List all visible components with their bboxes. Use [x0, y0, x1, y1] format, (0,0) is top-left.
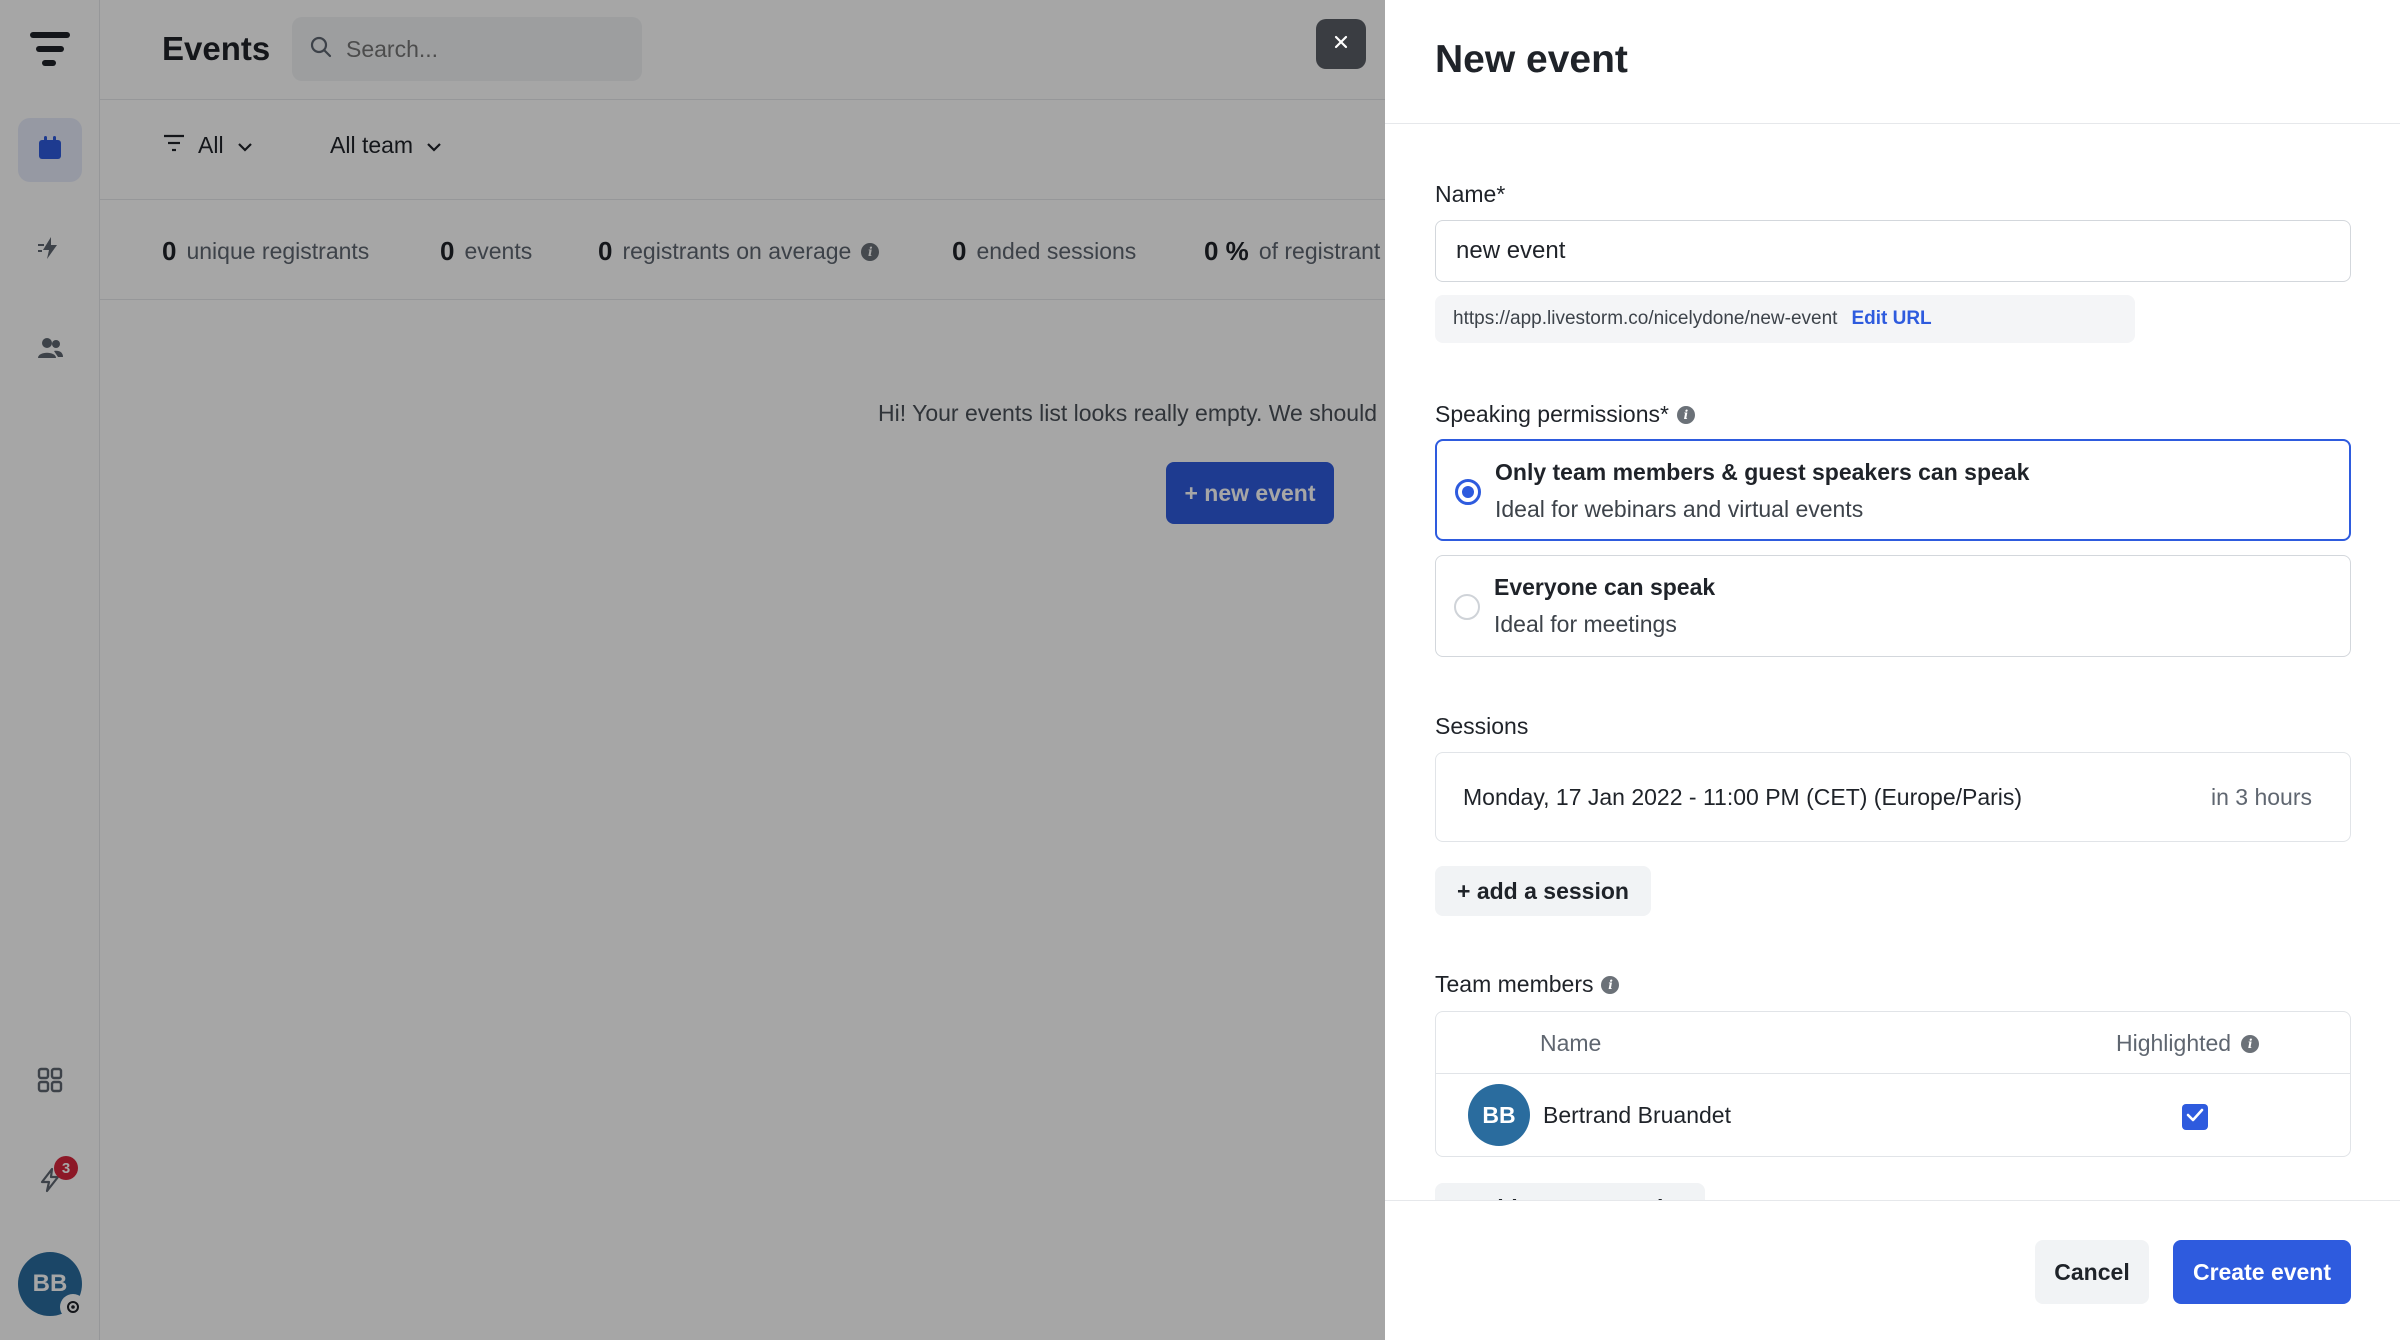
- team-members-label: Team members i: [1435, 971, 1620, 998]
- session-row[interactable]: Monday, 17 Jan 2022 - 11:00 PM (CET) (Eu…: [1435, 752, 2351, 842]
- team-members-label-text: Team members: [1435, 971, 1594, 997]
- new-event-drawer: New event Name* https://app.livestorm.co…: [1385, 0, 2400, 1340]
- name-label: Name*: [1435, 181, 1505, 208]
- sessions-label: Sessions: [1435, 713, 1528, 740]
- option-subtitle: Ideal for meetings: [1494, 611, 1677, 637]
- checkmark-icon: [2186, 1108, 2204, 1127]
- info-icon[interactable]: i: [2241, 1034, 2260, 1053]
- speaking-permissions-label: Speaking permissions* i: [1435, 401, 1695, 428]
- option-title: Only team members & guest speakers can s…: [1495, 459, 2030, 485]
- member-name: Bertrand Bruandet: [1543, 1102, 1731, 1128]
- name-label-text: Name*: [1435, 181, 1506, 207]
- cancel-button[interactable]: Cancel: [2035, 1240, 2149, 1304]
- radio-button[interactable]: [1454, 594, 1480, 620]
- drawer-body: Name* https://app.livestorm.co/nicelydon…: [1385, 125, 2400, 1200]
- event-url: https://app.livestorm.co/nicelydone/new-…: [1453, 308, 1838, 329]
- speaking-option-everyone[interactable]: Everyone can speak Ideal for meetings: [1435, 555, 2351, 657]
- add-session-button[interactable]: + add a session: [1435, 866, 1651, 916]
- table-header: Name Highlighted i: [1436, 1012, 2350, 1074]
- session-datetime: Monday, 17 Jan 2022 - 11:00 PM (CET) (Eu…: [1463, 783, 2023, 810]
- event-url-box: https://app.livestorm.co/nicelydone/new-…: [1435, 295, 2135, 343]
- column-name: Name: [1540, 1030, 1602, 1056]
- close-icon: [1333, 34, 1349, 55]
- speaking-permissions-text: Speaking permissions*: [1435, 401, 1669, 427]
- modal-backdrop[interactable]: [0, 0, 1385, 1340]
- team-members-table: Name Highlighted i BB Bertrand Bruandet: [1435, 1011, 2351, 1157]
- member-avatar: BB: [1468, 1084, 1530, 1146]
- column-highlighted: Highlighted i: [2116, 1030, 2260, 1057]
- sessions-label-text: Sessions: [1435, 713, 1529, 739]
- close-drawer-button[interactable]: [1316, 19, 1366, 69]
- column-highlighted-text: Highlighted: [2116, 1030, 2232, 1056]
- info-icon[interactable]: i: [1676, 405, 1695, 424]
- info-icon[interactable]: i: [1601, 975, 1620, 994]
- add-team-member-button[interactable]: + add a team member: [1435, 1183, 1705, 1200]
- radio-button[interactable]: [1455, 479, 1481, 505]
- table-row: BB Bertrand Bruandet: [1436, 1074, 2350, 1156]
- drawer-footer: Cancel Create event: [1385, 1200, 2400, 1340]
- session-relative-time: in 3 hours: [2210, 783, 2312, 810]
- create-event-button[interactable]: Create event: [2173, 1240, 2351, 1304]
- highlighted-checkbox[interactable]: [2182, 1104, 2208, 1130]
- edit-url-link[interactable]: Edit URL: [1851, 308, 1931, 330]
- event-name-input[interactable]: [1435, 220, 2351, 282]
- option-subtitle: Ideal for webinars and virtual events: [1495, 496, 1864, 522]
- drawer-header: New event: [1385, 0, 2400, 124]
- drawer-title: New event: [1435, 38, 1628, 81]
- speaking-option-team-only[interactable]: Only team members & guest speakers can s…: [1435, 439, 2351, 541]
- option-title: Everyone can speak: [1494, 574, 1716, 600]
